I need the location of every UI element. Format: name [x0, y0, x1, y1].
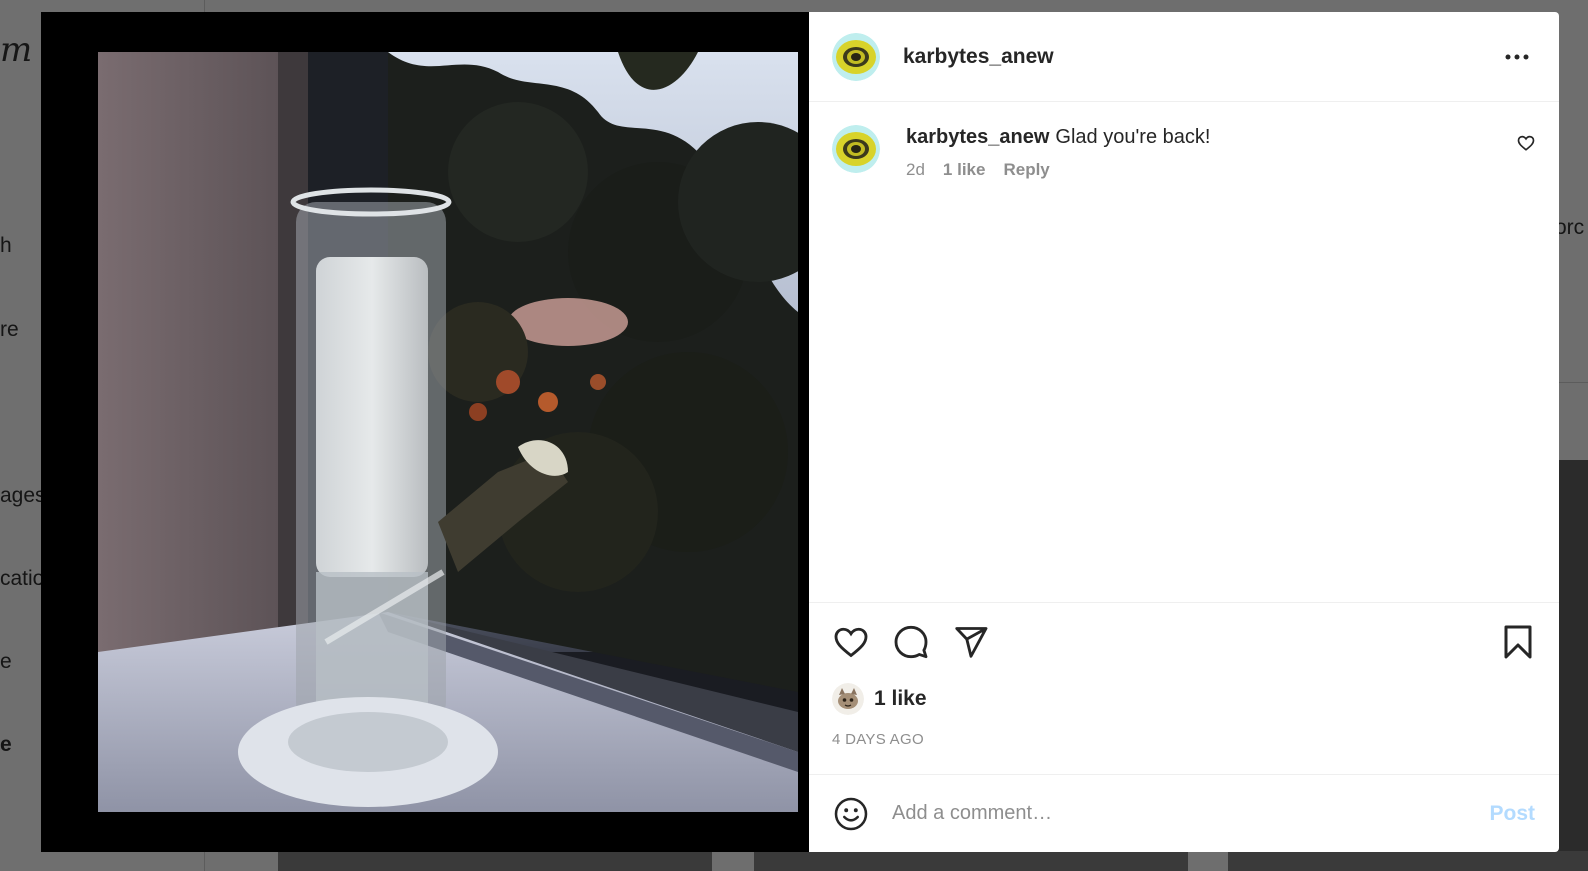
like-button[interactable] — [832, 623, 870, 661]
post-media-pane — [41, 12, 809, 852]
post-header: karbytes_anew — [809, 12, 1559, 102]
comment-like-button[interactable] — [1517, 134, 1535, 157]
background-nav-search: h — [0, 234, 12, 257]
comment-age[interactable]: 2d — [906, 160, 925, 180]
comments-list: karbytes_anew Glad you're back! 2d 1 like… — [809, 102, 1559, 602]
add-comment-input[interactable] — [892, 802, 1490, 825]
likes-row: 1 like — [832, 683, 1535, 715]
background-logo: m — [0, 30, 32, 70]
background-thumbnail — [278, 851, 712, 871]
comment-text: karbytes_anew Glad you're back! — [906, 124, 1210, 150]
post-comment-button[interactable]: Post — [1489, 802, 1535, 826]
comment-item: karbytes_anew Glad you're back! 2d 1 like… — [832, 124, 1535, 180]
more-horizontal-icon — [1505, 54, 1529, 59]
background-nav-create: e — [0, 650, 12, 673]
author-username[interactable]: karbytes_anew — [903, 45, 1054, 69]
comment-reply-button[interactable]: Reply — [1003, 160, 1049, 180]
post-info-pane: karbytes_anew karbytes_anew Glad you're … — [809, 12, 1559, 852]
share-button[interactable] — [952, 623, 990, 661]
comment-content: Glad you're back! — [1055, 126, 1211, 148]
comment-icon — [894, 625, 928, 659]
post-actions-area: 1 like 4 DAYS AGO — [809, 602, 1559, 774]
post-photo[interactable] — [98, 52, 798, 812]
background-right-text: orc — [1555, 216, 1585, 239]
post-likes-count[interactable]: 1 like — [874, 687, 927, 711]
save-button[interactable] — [1499, 623, 1537, 661]
comment-body: karbytes_anew Glad you're back! 2d 1 like… — [906, 124, 1210, 180]
background-thumbnail — [754, 851, 1188, 871]
comment-likes-count[interactable]: 1 like — [943, 160, 986, 180]
add-comment-bar: Post — [809, 774, 1559, 852]
heart-icon — [1517, 135, 1535, 151]
emoji-button[interactable] — [832, 795, 870, 833]
background-nav-explore: re — [0, 318, 19, 341]
background-thumbnail — [1228, 851, 1588, 871]
action-bar — [832, 603, 1535, 681]
share-icon — [955, 627, 988, 658]
post-modal: karbytes_anew karbytes_anew Glad you're … — [41, 12, 1559, 852]
background-nav-messages: ages — [0, 484, 46, 507]
more-options-button[interactable] — [1499, 39, 1535, 75]
background-nav-notifications: catio — [0, 567, 45, 590]
liker-avatar[interactable] — [832, 683, 864, 715]
background-nav-profile: e — [0, 733, 12, 756]
post-date[interactable]: 4 DAYS AGO — [832, 731, 1535, 748]
comment-author-avatar[interactable] — [832, 125, 880, 173]
heart-icon — [834, 627, 868, 658]
photo-illustration — [98, 52, 798, 812]
comment-username[interactable]: karbytes_anew — [906, 126, 1049, 148]
comment-button[interactable] — [892, 623, 930, 661]
author-avatar[interactable] — [832, 32, 880, 81]
emoji-icon — [834, 797, 868, 830]
comment-meta: 2d 1 like Reply — [906, 160, 1210, 180]
bookmark-icon — [1504, 625, 1532, 659]
